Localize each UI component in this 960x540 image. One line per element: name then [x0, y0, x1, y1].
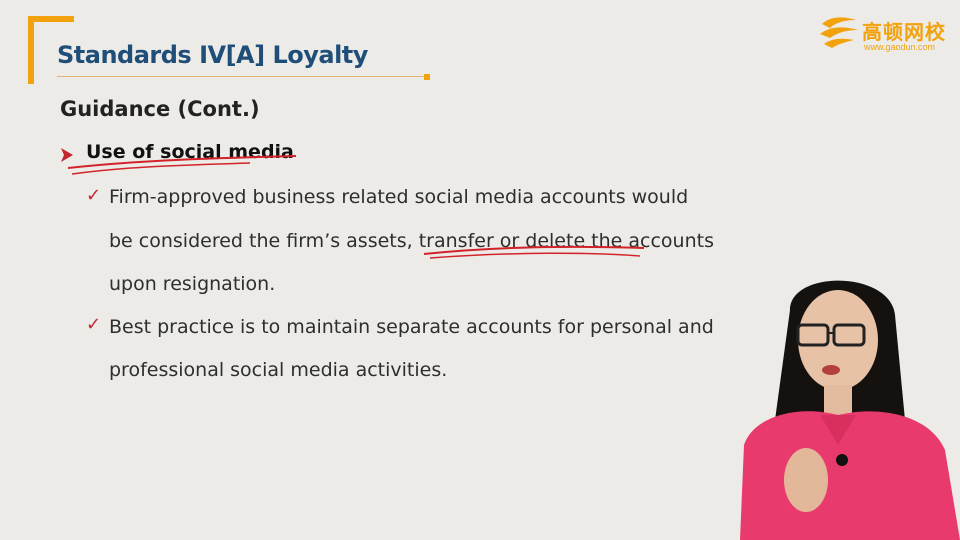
point-2-line-1: Best practice is to maintain separate ac…: [109, 316, 714, 338]
title-bracket-horizontal: [28, 16, 74, 22]
slide-title: Standards IV[A] Loyalty: [57, 41, 368, 69]
section-subtitle: Guidance (Cont.): [60, 97, 260, 121]
presenter-video: [740, 280, 960, 540]
ink-underline-heading-2: [71, 162, 251, 175]
title-underline: [57, 76, 427, 77]
point-1-line-2: be considered the firm’s assets, transfe…: [109, 230, 714, 252]
arrow-bullet-icon: [61, 148, 73, 162]
gaodun-logo-icon: [820, 17, 858, 48]
bullet-heading: Use of social media: [86, 141, 294, 163]
point-2-line-2: professional social media activities.: [109, 359, 448, 381]
title-underline-dot: [424, 74, 430, 80]
point-1-line-3: upon resignation.: [109, 273, 276, 295]
logo-url: www.gaodun.com: [864, 42, 936, 52]
ink-underline-transfer-2: [429, 252, 641, 259]
logo-name: 高顿网校: [862, 22, 946, 44]
gaodun-logo: 高顿网校 www.gaodun.com: [818, 12, 950, 56]
point-1-line-1: Firm-approved business related social me…: [109, 186, 689, 208]
checkmark-icon: ✓: [86, 314, 102, 335]
title-bracket-vertical: [28, 16, 34, 84]
checkmark-icon: ✓: [86, 185, 102, 206]
